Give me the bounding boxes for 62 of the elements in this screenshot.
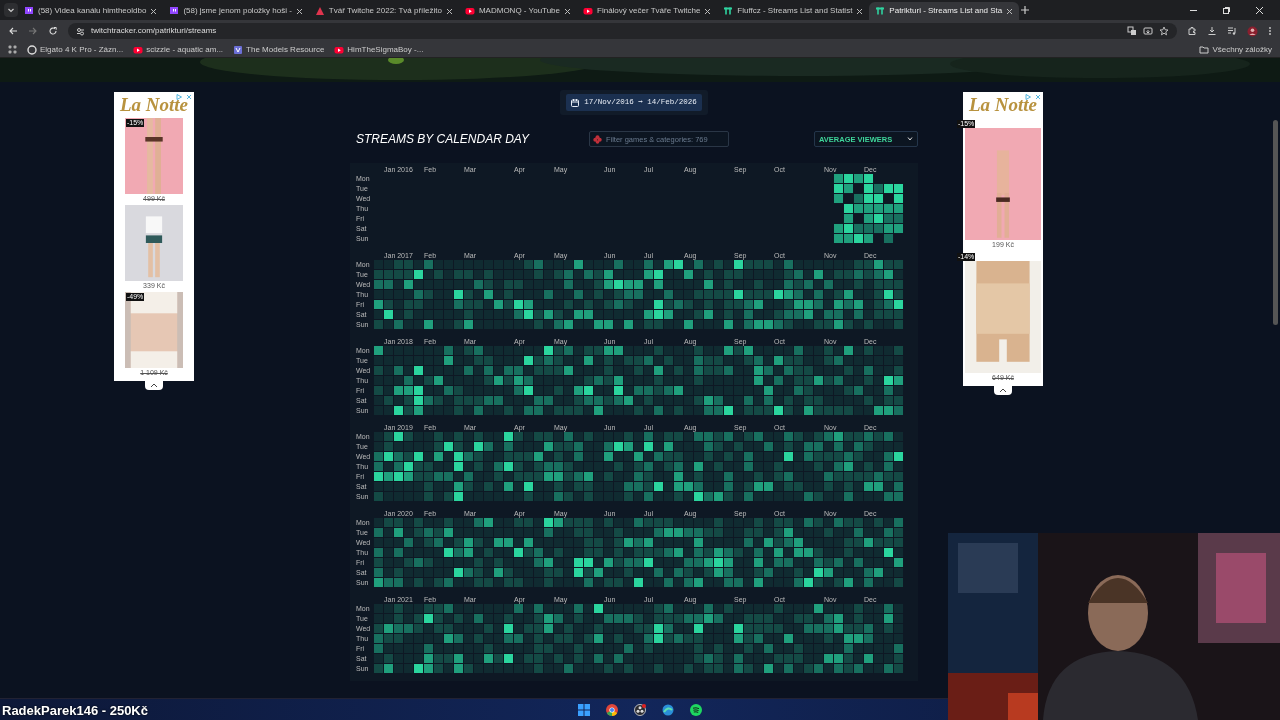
download-icon[interactable] xyxy=(1207,26,1217,36)
puzzle-icon[interactable] xyxy=(1187,26,1197,36)
scrollbar[interactable] xyxy=(1273,120,1278,325)
music-icon xyxy=(690,703,702,716)
play-icon xyxy=(464,6,475,16)
translate-icon[interactable] xyxy=(1127,26,1137,36)
bookmark-link[interactable]: The Models Resource xyxy=(233,43,325,56)
folder-icon xyxy=(1199,45,1210,54)
close-icon[interactable] xyxy=(564,7,572,15)
close-icon[interactable] xyxy=(1006,7,1014,15)
media-icon[interactable] xyxy=(1227,26,1237,36)
play-icon xyxy=(583,6,594,16)
browser-tab[interactable]: Finálový večer Tváře Twitche xyxy=(577,2,718,20)
record-icon xyxy=(634,703,646,716)
restore-icon[interactable] xyxy=(1222,5,1231,15)
install-icon[interactable] xyxy=(1143,26,1153,36)
bookmark-link[interactable]: scizzie - aquatic am... xyxy=(133,43,224,56)
browser-tab[interactable]: Patrikturi - Streams List and Sta xyxy=(869,2,1020,20)
caret-icon xyxy=(999,388,1007,393)
stream-overlay-text: RadekParek146 - 250Kč xyxy=(2,701,148,720)
new-tab-icon[interactable] xyxy=(1019,4,1032,16)
triangle-icon xyxy=(314,6,325,16)
browser-tab[interactable]: Fluffcz - Streams List and Statist xyxy=(717,2,870,20)
address-bar[interactable]: twitchtracker.com/patrikturi/streams xyxy=(68,23,1177,39)
twitch-logo-icon xyxy=(24,6,34,16)
close-icon[interactable] xyxy=(150,7,158,15)
heatmap-cells xyxy=(834,174,903,244)
browser-tab[interactable]: MADMONQ - YouTube xyxy=(458,2,578,20)
tracker-logo-icon xyxy=(875,6,886,16)
windows-icon xyxy=(578,703,590,716)
tab-search-icon[interactable] xyxy=(4,3,18,17)
browser-icon xyxy=(606,703,618,716)
site-settings-icon[interactable] xyxy=(76,26,85,36)
forward-icon[interactable] xyxy=(28,26,38,36)
twitch-logo-icon xyxy=(169,6,180,16)
clover-icon xyxy=(592,134,602,144)
chevron-icon xyxy=(907,137,913,142)
browser-tab[interactable]: (58) jsme jenom položky hoši - xyxy=(163,2,309,20)
menu-icon[interactable] xyxy=(1268,26,1272,36)
close-icon[interactable] xyxy=(445,7,453,15)
close-icon[interactable] xyxy=(856,7,864,15)
section-title: STREAMS BY CALENDAR DAY xyxy=(356,132,529,147)
apps-icon[interactable] xyxy=(8,45,17,54)
close-icon[interactable] xyxy=(704,7,712,15)
collapse-button[interactable] xyxy=(145,381,163,390)
tracker-logo-icon xyxy=(723,6,734,16)
calendar-icon xyxy=(571,98,580,107)
bookmark-link[interactable]: HimTheSigmaBoy -... xyxy=(334,43,424,56)
play-icon xyxy=(133,44,144,55)
caret-icon xyxy=(150,383,158,388)
square-logo-icon xyxy=(233,44,244,55)
reload-icon[interactable] xyxy=(48,26,58,36)
close-icon[interactable] xyxy=(295,7,303,15)
bookmark-link[interactable]: Elgato 4 K Pro - Zázn... xyxy=(27,43,124,56)
avatar-icon[interactable] xyxy=(1247,25,1258,37)
play-icon xyxy=(334,44,345,55)
all-bookmarks-link[interactable]: Všechny záložky xyxy=(1199,43,1272,56)
star-icon[interactable] xyxy=(1159,26,1169,36)
browser-tab[interactable]: Tvář Twitche 2022: Tvá příležito xyxy=(308,2,459,20)
back-icon[interactable] xyxy=(8,26,18,36)
browser-tab[interactable]: (58) Videa kanálu himtheoldbo xyxy=(18,2,164,20)
collapse-button[interactable] xyxy=(994,386,1012,395)
